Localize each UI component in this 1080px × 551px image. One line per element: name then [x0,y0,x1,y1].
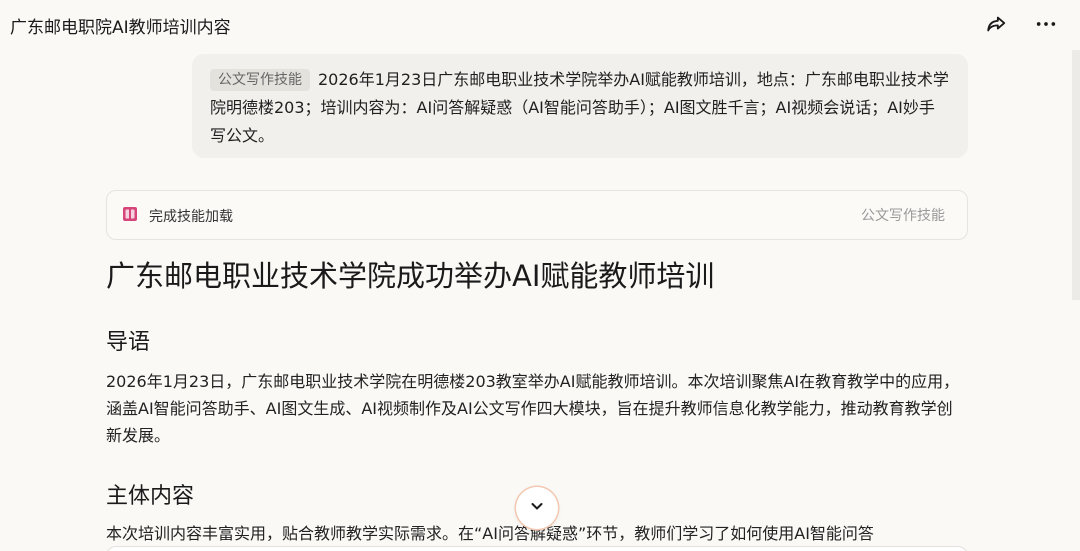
skill-load-card[interactable]: 完成技能加载 公文写作技能 [106,190,968,240]
chat-page: 广东邮电职院AI教师培训内容 公文写作技能 2026年1月23日广东邮电职业技术学… [0,0,1080,551]
skill-book-icon [121,205,139,227]
top-actions [984,12,1058,36]
scrollbar[interactable] [1072,50,1080,300]
user-message-bubble: 公文写作技能 2026年1月23日广东邮电职业技术学院举办AI赋能教师培训，地点：… [192,54,968,158]
skill-load-status: 完成技能加载 [121,191,233,241]
chevron-down-icon [529,498,545,518]
skill-load-status-text: 完成技能加载 [149,209,233,225]
conversation-title: 广东邮电职院AI教师培训内容 [10,18,231,38]
skill-load-name: 公文写作技能 [861,208,945,224]
scroll-to-bottom-button[interactable] [516,487,558,529]
skill-tag[interactable]: 公文写作技能 [210,69,310,91]
lead-heading: 导语 [106,330,151,355]
lead-paragraph: 2026年1月23日，广东邮电职业技术学院在明德楼203教室举办AI赋能教师培训… [106,372,960,445]
main-heading: 主体内容 [106,484,195,509]
user-message-text: 2026年1月23日广东邮电职业技术学院举办AI赋能教师培训，地点：广东邮电职业… [210,70,949,145]
message-input-box[interactable] [106,546,968,551]
article-title: 广东邮电职业技术学院成功举办AI赋能教师培训 [106,259,715,293]
top-bar: 广东邮电职院AI教师培训内容 [0,0,1080,50]
share-icon[interactable] [984,12,1008,36]
more-icon[interactable] [1034,12,1058,36]
assistant-article: 广东邮电职业技术学院成功举办AI赋能教师培训 导语 2026年1月23日，广东邮… [106,252,968,543]
